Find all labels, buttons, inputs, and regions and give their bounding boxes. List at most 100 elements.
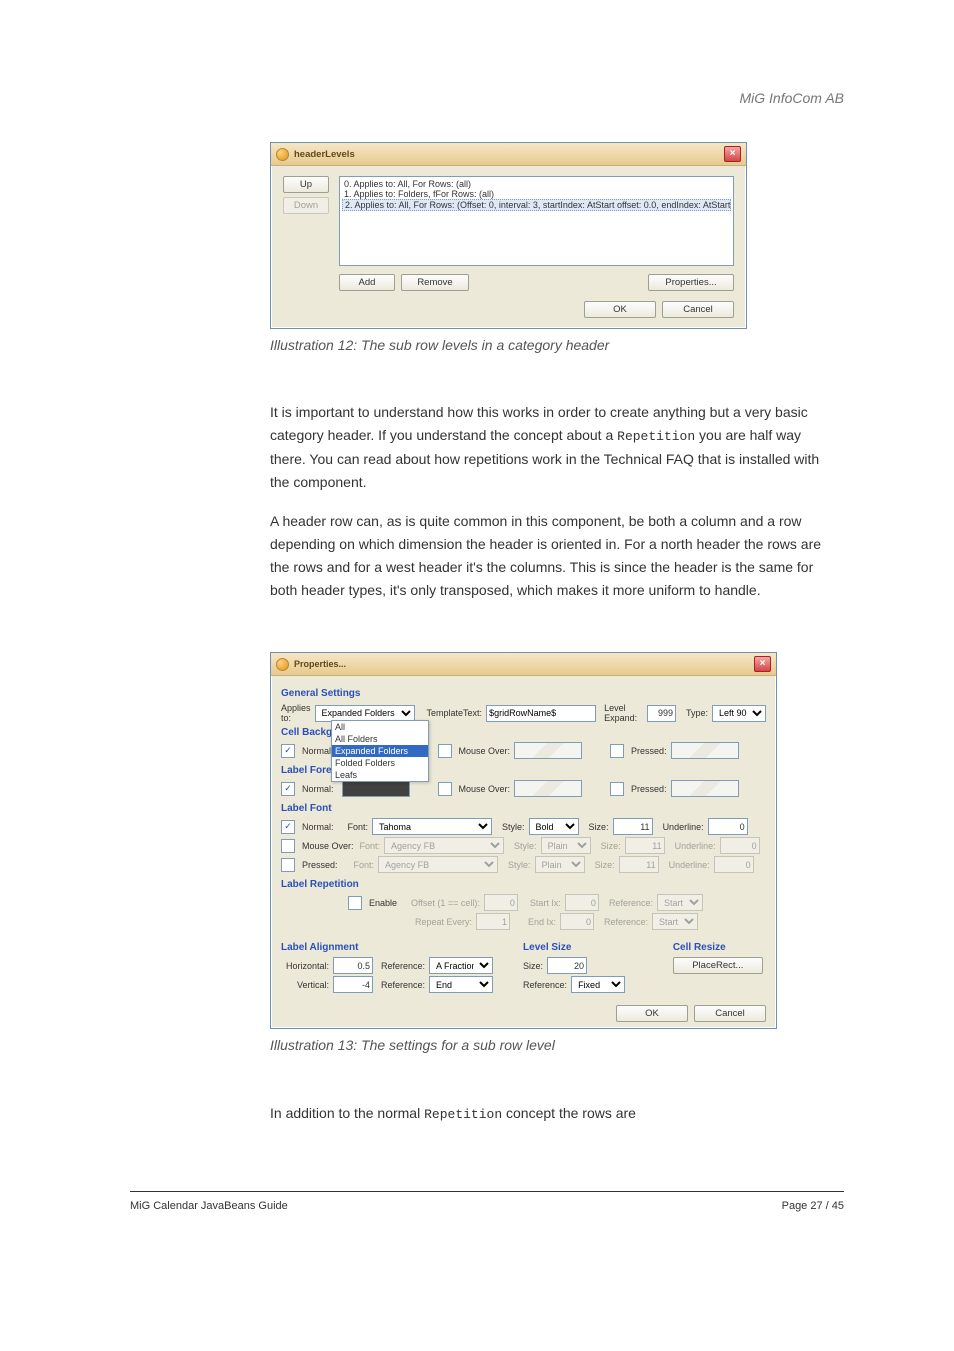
fg-mouseover-checkbox[interactable]	[438, 782, 452, 796]
fg-normal-checkbox[interactable]: ✓	[281, 782, 295, 796]
appliesto-label: Applies to:	[281, 703, 311, 723]
ref-label2: Reference:	[604, 917, 648, 927]
startix-input: 0	[565, 894, 599, 911]
font-normal-label: Normal:	[302, 822, 334, 832]
properties-dialog: Properties... × General Settings Applies…	[270, 652, 777, 1029]
placerect-button[interactable]: PlaceRect...	[673, 957, 763, 974]
font-label-dis: Font:	[360, 841, 381, 851]
footer-page: Page 27 / 45	[782, 1200, 844, 1212]
cellbg-pressed-swatch[interactable]	[671, 742, 739, 759]
horiz-input[interactable]: 0.5	[333, 957, 373, 974]
props-ok-button[interactable]: OK	[616, 1005, 688, 1022]
list-item[interactable]: 1. Applies to: Folders, fFor Rows: (all)	[342, 189, 731, 199]
close-icon[interactable]: ×	[724, 146, 741, 162]
templatetxt-label: TemplateText:	[427, 708, 483, 718]
paragraph-1: It is important to understand how this w…	[270, 401, 824, 494]
size-input[interactable]: 11	[613, 818, 653, 835]
levelsize-ref-label: Reference:	[523, 980, 567, 990]
option-expanded[interactable]: Expanded Folders	[332, 745, 428, 757]
size-label-dis: Size:	[601, 841, 621, 851]
ok-button[interactable]: OK	[584, 301, 656, 318]
size-pr-input: 11	[619, 856, 659, 873]
size-label: Size:	[589, 822, 609, 832]
font-normal-checkbox[interactable]: ✓	[281, 820, 295, 834]
fg-normal-swatch[interactable]	[342, 780, 410, 797]
down-button[interactable]: Down	[283, 197, 329, 214]
appliesto-dropdown[interactable]: All All Folders Expanded Folders Folded …	[331, 720, 429, 782]
font-select[interactable]: Tahoma	[372, 818, 492, 835]
style-select[interactable]: Bold	[529, 818, 579, 835]
underline-label: Underline:	[663, 822, 704, 832]
size-label-dis2: Size:	[595, 860, 615, 870]
type-label: Type:	[686, 708, 708, 718]
footer-doc: MiG Calendar JavaBeans Guide	[130, 1200, 288, 1212]
close-icon[interactable]: ×	[754, 656, 771, 672]
enable-checkbox[interactable]	[348, 896, 362, 910]
levelsize-label: Size:	[523, 961, 543, 971]
pressed-checkbox[interactable]	[610, 744, 624, 758]
fg-normal-label: Normal:	[302, 784, 334, 794]
dialog2-title: Properties...	[294, 659, 346, 669]
font-mo-checkbox[interactable]	[281, 839, 295, 853]
type-select[interactable]: Left 90	[712, 705, 766, 722]
font-pr-checkbox[interactable]	[281, 858, 295, 872]
levelsize-ref-select[interactable]: Fixed	[571, 976, 625, 993]
levelsize-input[interactable]: 20	[547, 957, 587, 974]
fg-pressed-swatch[interactable]	[671, 780, 739, 797]
font-pr-select: Agency FB	[378, 856, 498, 873]
vert-input[interactable]: -4	[333, 976, 373, 993]
vert-label: Vertical:	[281, 980, 329, 990]
font-mo-label: Mouse Over:	[302, 841, 354, 851]
offset-input: 0	[484, 894, 518, 911]
window-orb-icon	[276, 658, 289, 671]
paragraph-3: In addition to the normal Repetition con…	[270, 1102, 824, 1125]
startix-label: Start Ix:	[530, 898, 561, 908]
horiz-label: Horizontal:	[281, 961, 329, 971]
offset-label: Offset (1 == cell):	[411, 898, 480, 908]
section-labelrep: Label Repetition	[281, 879, 766, 890]
company-name: MiG InfoCom AB	[130, 90, 844, 106]
section-labelalign: Label Alignment	[281, 942, 493, 953]
ref-label3: Reference:	[381, 961, 425, 971]
props-cancel-button[interactable]: Cancel	[694, 1005, 766, 1022]
section-labelfont: Label Font	[281, 803, 766, 814]
underline-mo-input: 0	[720, 837, 760, 854]
fg-mouseover-swatch[interactable]	[514, 780, 582, 797]
mouseover-checkbox[interactable]	[438, 744, 452, 758]
remove-button[interactable]: Remove	[401, 274, 469, 291]
levelexpand-input[interactable]: 999	[647, 705, 676, 722]
option-allfolders[interactable]: All Folders	[332, 733, 428, 745]
fg-mouseover-label: Mouse Over:	[459, 784, 511, 794]
illustration-12-caption: Illustration 12: The sub row levels in a…	[270, 335, 690, 355]
add-button[interactable]: Add	[339, 274, 395, 291]
normal-checkbox[interactable]: ✓	[281, 744, 295, 758]
option-leafs[interactable]: Leafs	[332, 769, 428, 781]
dialog1-title: headerLevels	[294, 149, 355, 160]
ref-fraction-select[interactable]: A Fraction	[429, 957, 493, 974]
underline-input[interactable]: 0	[708, 818, 748, 835]
style-label-dis: Style:	[514, 841, 537, 851]
properties-button[interactable]: Properties...	[648, 274, 734, 291]
up-button[interactable]: Up	[283, 176, 329, 193]
ref-label: Reference:	[609, 898, 653, 908]
list-item[interactable]: 2. Applies to: All, For Rows: (Offset: 0…	[342, 199, 731, 211]
fg-pressed-label: Pressed:	[631, 784, 667, 794]
list-item[interactable]: 0. Applies to: All, For Rows: (all)	[342, 179, 731, 189]
style-label: Style:	[502, 822, 525, 832]
cancel-button[interactable]: Cancel	[662, 301, 734, 318]
section-general: General Settings	[281, 688, 766, 699]
levels-listbox[interactable]: 0. Applies to: All, For Rows: (all) 1. A…	[339, 176, 734, 266]
style-label-dis2: Style:	[508, 860, 531, 870]
ref-start-select2: Start	[652, 913, 698, 930]
fg-pressed-checkbox[interactable]	[610, 782, 624, 796]
style-pr-select: Plain	[535, 856, 585, 873]
ref-start-select: Start	[657, 894, 703, 911]
appliesto-select[interactable]: Expanded Folders	[315, 705, 415, 722]
ref-end-select[interactable]: End	[429, 976, 493, 993]
paragraph-2: A header row can, as is quite common in …	[270, 510, 824, 602]
repeat-input: 1	[476, 913, 510, 930]
option-all[interactable]: All	[332, 721, 428, 733]
option-folded[interactable]: Folded Folders	[332, 757, 428, 769]
cellbg-mouseover-swatch[interactable]	[514, 742, 582, 759]
templatetxt-input[interactable]	[486, 705, 596, 722]
